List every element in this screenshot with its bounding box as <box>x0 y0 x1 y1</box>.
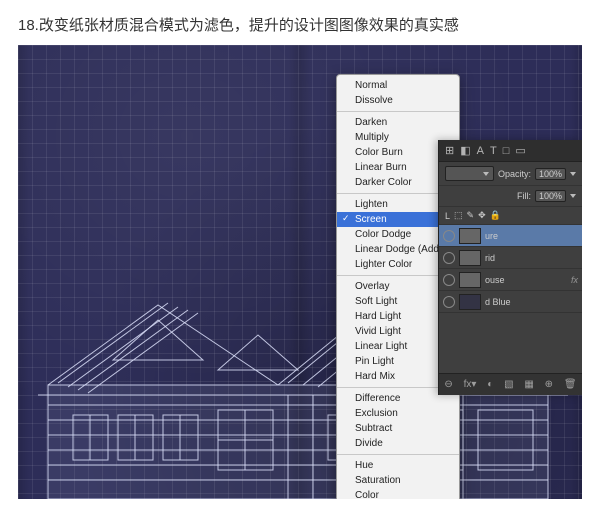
panel-tab-icon[interactable]: ⊞ <box>445 144 454 157</box>
fill-value[interactable]: 100% <box>535 190 566 202</box>
layer-name: rid <box>485 253 495 263</box>
panel-tab-icon[interactable]: ◧ <box>460 144 470 157</box>
panel-spacer <box>439 313 582 373</box>
visibility-icon[interactable] <box>443 252 455 264</box>
step-caption: 18.改变纸张材质混合模式为滤色，提升的设计图图像效果的真实感 <box>0 0 600 45</box>
panel-footer: ⊖ fx▾ ◐ ▧ ▦ ⊕ 🗑 <box>439 373 582 395</box>
panel-tab-icon[interactable]: ▭ <box>515 144 525 157</box>
fill-label: Fill: <box>517 191 531 201</box>
chevron-down-icon[interactable] <box>570 172 576 176</box>
lock-icon[interactable]: ✥ <box>478 210 486 221</box>
footer-icon[interactable]: ◐ <box>487 379 493 390</box>
panel-tab-icon[interactable]: T <box>490 145 497 157</box>
blend-mode-option[interactable]: Divide <box>337 436 459 451</box>
panel-tab-icons[interactable]: ⊞ ◧ AT □ ▭ <box>439 140 582 162</box>
layer-name: ure <box>485 231 498 241</box>
lock-icon[interactable]: 🔒 <box>490 210 501 221</box>
panel-tab-icon[interactable]: A <box>477 145 484 157</box>
visibility-icon[interactable] <box>443 274 455 286</box>
layer-row[interactable]: rid <box>439 247 582 269</box>
layer-name: ouse <box>485 275 505 285</box>
footer-icon[interactable]: fx▾ <box>464 379 477 390</box>
blend-mode-option[interactable]: Saturation <box>337 473 459 488</box>
layer-thumbnail <box>459 294 481 310</box>
layer-thumbnail <box>459 228 481 244</box>
footer-icon[interactable]: ▦ <box>524 379 533 390</box>
footer-icon[interactable]: 🗑 <box>564 379 577 390</box>
blend-mode-option[interactable]: Color <box>337 488 459 499</box>
layer-row[interactable]: ouse fx <box>439 269 582 291</box>
blend-mode-option[interactable]: Darken <box>337 115 459 130</box>
opacity-label: Opacity: <box>498 169 531 179</box>
lock-label: L <box>445 211 450 221</box>
layer-row[interactable]: d Blue <box>439 291 582 313</box>
blend-mode-option[interactable]: Dissolve <box>337 93 459 108</box>
opacity-value[interactable]: 100% <box>535 168 566 180</box>
blend-mode-option[interactable]: Exclusion <box>337 406 459 421</box>
layer-thumbnail <box>459 250 481 266</box>
layer-name: d Blue <box>485 297 511 307</box>
layer-thumbnail <box>459 272 481 288</box>
visibility-icon[interactable] <box>443 230 455 242</box>
photoshop-canvas: NormalDissolveDarkenMultiplyColor BurnLi… <box>18 45 582 499</box>
chevron-down-icon[interactable] <box>570 194 576 198</box>
blend-mode-option[interactable]: Subtract <box>337 421 459 436</box>
lock-icon[interactable]: ✎ <box>467 210 475 221</box>
fx-icon[interactable]: fx <box>571 275 578 285</box>
layers-panel: ⊞ ◧ AT □ ▭ Opacity: 100% Fill: 100% L ⬚ ✎ ✥ … <box>438 140 582 395</box>
lock-row: L ⬚ ✎ ✥ 🔒 <box>439 207 582 225</box>
layer-row[interactable]: ure <box>439 225 582 247</box>
lock-icon[interactable]: ⬚ <box>454 210 463 221</box>
footer-icon[interactable]: ⊖ <box>444 379 452 390</box>
layers-list: ure rid ouse fx d Blue <box>439 225 582 313</box>
blend-mode-option[interactable]: Normal <box>337 78 459 93</box>
footer-icon[interactable]: ▧ <box>504 379 513 390</box>
blend-mode-option[interactable]: Hue <box>337 458 459 473</box>
blend-mode-selector[interactable] <box>445 166 494 181</box>
panel-tab-icon[interactable]: □ <box>503 145 510 157</box>
footer-icon[interactable]: ⊕ <box>545 379 553 390</box>
blend-opacity-row: Opacity: 100% <box>439 162 582 186</box>
fill-row: Fill: 100% <box>439 186 582 207</box>
chevron-down-icon <box>483 172 489 176</box>
visibility-icon[interactable] <box>443 296 455 308</box>
